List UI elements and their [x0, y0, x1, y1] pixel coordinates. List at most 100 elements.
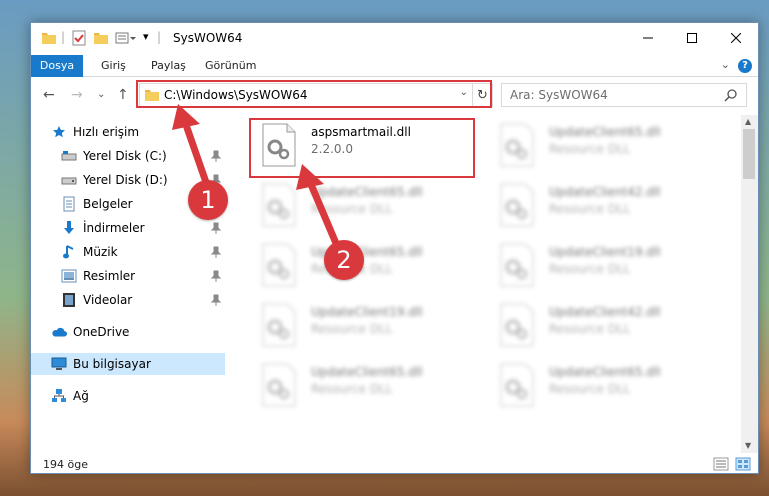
file-description: Resource DLL	[549, 202, 631, 216]
computer-icon	[51, 356, 67, 372]
videos-icon	[61, 292, 77, 308]
details-view-icon[interactable]	[713, 457, 729, 471]
maximize-button[interactable]	[670, 23, 714, 53]
file-name: UpdateClient42.dll	[549, 185, 661, 199]
star-icon	[51, 124, 67, 140]
ribbon-tabs: Dosya Giriş Paylaş Görünüm ⌄ ?	[31, 55, 758, 77]
search-input[interactable]	[510, 88, 710, 102]
file-item[interactable]: UpdateClient65.dll Resource DLL	[487, 119, 717, 171]
tab-file[interactable]: Dosya	[31, 55, 83, 77]
file-description: Resource DLL	[311, 202, 393, 216]
customize-toolbar-icon[interactable]: ▾	[143, 30, 149, 48]
pin-icon[interactable]	[210, 150, 222, 165]
up-arrow-icon[interactable]: ↑	[117, 87, 129, 103]
tab-home[interactable]: Giriş	[89, 55, 138, 77]
sidebar-item-videos[interactable]: Videolar	[31, 289, 225, 311]
drive-icon	[61, 148, 77, 164]
sidebar-item-label: Videolar	[83, 293, 133, 307]
sidebar-item-label: Belgeler	[83, 197, 133, 211]
separator-icon: |	[157, 30, 162, 44]
expand-ribbon-icon[interactable]: ⌄	[721, 58, 730, 71]
step-badge-1: 1	[188, 180, 228, 220]
file-item[interactable]: UpdateClient19.dll Resource DLL	[249, 299, 479, 351]
forward-arrow-icon[interactable]: →	[71, 87, 83, 103]
sidebar-item-label: Ağ	[73, 389, 89, 403]
sidebar-item-label: Bu bilgisayar	[73, 357, 151, 371]
help-button[interactable]: ?	[738, 59, 752, 73]
pin-icon[interactable]	[210, 294, 222, 309]
search-box	[501, 83, 747, 107]
file-name: UpdateClient42.dll	[549, 305, 661, 319]
status-bar: 194 öge	[31, 455, 758, 475]
file-item[interactable]: UpdateClient19.dll Resource DLL	[487, 239, 717, 291]
sidebar-item-pictures[interactable]: Resimler	[31, 265, 225, 287]
search-icon[interactable]	[724, 88, 738, 105]
sidebar-item-music[interactable]: Müzik	[31, 241, 225, 263]
dll-file-icon	[261, 363, 297, 407]
new-folder-icon[interactable]	[93, 30, 109, 48]
file-name: UpdateClient19.dll	[311, 305, 423, 319]
scroll-thumb[interactable]	[743, 129, 755, 179]
dll-file-icon	[261, 183, 297, 227]
sidebar-item-this-pc[interactable]: Bu bilgisayar	[31, 353, 225, 375]
item-count: 194 öge	[43, 458, 88, 471]
sidebar-item-label: İndirmeler	[83, 221, 145, 235]
file-item[interactable]: UpdateClient65.dll Resource DLL	[249, 179, 479, 231]
dll-file-icon	[261, 243, 297, 287]
scroll-up-icon[interactable]: ▲	[745, 117, 751, 126]
sidebar-item-onedrive[interactable]: OneDrive	[31, 321, 225, 343]
title-bar: | ▾ | SysWOW64	[31, 23, 758, 55]
sidebar-item-network[interactable]: Ağ	[31, 385, 225, 407]
file-item[interactable]: UpdateClient65.dll Resource DLL	[249, 359, 479, 411]
dll-file-icon	[499, 363, 535, 407]
file-name: UpdateClient65.dll	[549, 365, 661, 379]
file-item[interactable]: UpdateClient65.dll Resource DLL	[249, 239, 479, 291]
sidebar-item-downloads[interactable]: İndirmeler	[31, 217, 225, 239]
view-options-icon[interactable]	[115, 30, 137, 48]
pictures-icon	[61, 268, 77, 284]
close-button[interactable]	[714, 23, 758, 53]
file-item[interactable]: UpdateClient42.dll Resource DLL	[487, 299, 717, 351]
download-icon	[61, 220, 77, 236]
sidebar-item-label: Müzik	[83, 245, 118, 259]
dll-file-icon	[499, 183, 535, 227]
pin-icon[interactable]	[210, 270, 222, 285]
drive-icon	[61, 172, 77, 188]
file-item[interactable]: UpdateClient42.dll Resource DLL	[487, 179, 717, 231]
minimize-button[interactable]	[626, 23, 670, 53]
maximize-icon	[687, 33, 697, 43]
recent-locations-icon[interactable]: ⌄	[97, 89, 105, 100]
dll-file-icon	[499, 243, 535, 287]
properties-icon[interactable]	[71, 30, 87, 48]
dll-file-icon	[499, 123, 535, 167]
tab-view[interactable]: Görünüm	[193, 55, 268, 77]
address-bar-highlight	[136, 80, 492, 108]
file-description: Resource DLL	[549, 382, 631, 396]
minimize-icon	[643, 37, 653, 39]
large-icons-view-icon[interactable]	[735, 457, 751, 471]
sidebar-item-local-disk-c[interactable]: Yerel Disk (C:)	[31, 145, 225, 167]
file-name: UpdateClient65.dll	[311, 185, 423, 199]
folder-icon[interactable]	[41, 30, 57, 48]
pin-icon[interactable]	[210, 246, 222, 261]
vertical-scrollbar[interactable]: ▲ ▼	[741, 115, 758, 453]
back-arrow-icon[interactable]: ←	[43, 87, 55, 103]
file-description: Resource DLL	[311, 322, 393, 336]
close-icon	[731, 33, 741, 43]
step-badge-2: 2	[324, 240, 364, 280]
dll-file-icon	[261, 303, 297, 347]
pin-icon[interactable]	[210, 222, 222, 237]
dll-file-icon	[499, 303, 535, 347]
window-title: SysWOW64	[173, 31, 243, 45]
scroll-down-icon[interactable]: ▼	[745, 441, 751, 450]
documents-icon	[61, 196, 77, 212]
file-item[interactable]: UpdateClient65.dll Resource DLL	[487, 359, 717, 411]
file-description: Resource DLL	[311, 382, 393, 396]
music-icon	[61, 244, 77, 260]
tab-share[interactable]: Paylaş	[139, 55, 198, 77]
sidebar-item-quick-access[interactable]: Hızlı erişim	[31, 121, 225, 143]
sidebar-item-label: Yerel Disk (C:)	[83, 149, 167, 163]
cloud-icon	[51, 324, 67, 340]
sidebar-item-label: OneDrive	[73, 325, 130, 339]
file-name: UpdateClient19.dll	[549, 245, 661, 259]
